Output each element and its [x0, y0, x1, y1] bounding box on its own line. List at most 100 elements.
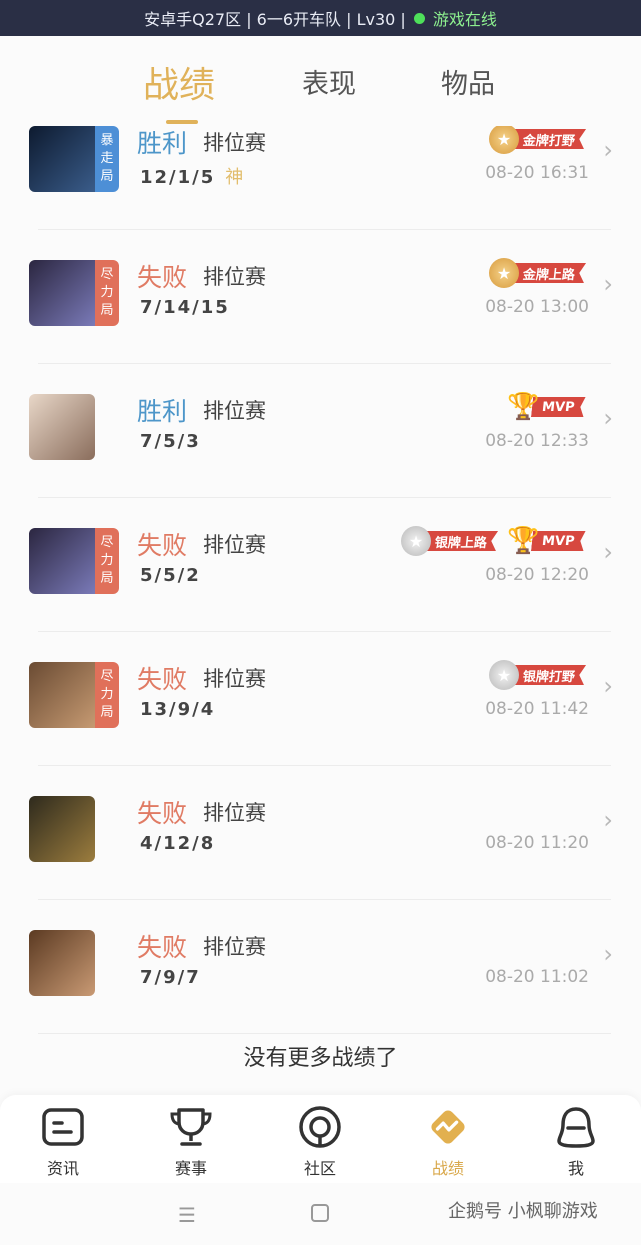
nav-events-label: 赛事	[174, 1159, 207, 1178]
watermark: 企鹅号 小枫聊游戏	[448, 1201, 598, 1222]
match-tag: 尽力局	[95, 260, 119, 326]
match-row[interactable]: 失败 排位赛 7/9/7 08-20 11:02 ›	[0, 900, 641, 1034]
system-nav-bar: ☰ 企鹅号 小枫聊游戏	[0, 1183, 641, 1245]
match-row[interactable]: 尽力局失败 排位赛 7/14/15 ★ 金牌上路 08-20 13:00 ›	[0, 230, 641, 364]
tab-bar: 战绩 表现 物品	[0, 36, 641, 126]
nav-records[interactable]: 战绩	[408, 1105, 488, 1179]
home-icon[interactable]	[310, 1203, 330, 1228]
match-mode: 排位赛	[203, 399, 266, 423]
news-icon	[41, 1105, 85, 1149]
kda-value: 7/14/15	[140, 297, 230, 318]
match-mode: 排位赛	[203, 533, 266, 557]
hero-avatar	[29, 394, 95, 460]
hero-avatar: 尽力局	[29, 260, 119, 326]
hero-portrait	[29, 930, 95, 996]
tab-records[interactable]: 战绩	[143, 56, 215, 108]
match-tag-char: 力	[100, 687, 114, 702]
match-tag-char: 局	[100, 571, 114, 586]
match-kda: 7/14/15	[140, 297, 230, 318]
match-kda: 5/5/2	[140, 565, 201, 586]
chevron-right-icon: ›	[603, 940, 613, 968]
match-kda: 7/5/3	[140, 431, 201, 452]
nav-community[interactable]: 社区	[280, 1105, 360, 1179]
medal-icon: ★	[400, 526, 431, 556]
silver-medal-badge: ★ 银牌打野	[488, 660, 586, 690]
silver-medal-badge: ★ 银牌上路	[400, 526, 497, 556]
match-mode: 排位赛	[203, 801, 266, 825]
nav-news[interactable]: 资讯	[23, 1105, 103, 1179]
match-kda: 7/9/7	[140, 967, 201, 988]
chevron-right-icon: ›	[603, 538, 613, 566]
server-info: 安卓手Q27区 | 6一6开车队 | Lv30 |	[144, 10, 406, 29]
chevron-right-icon: ›	[603, 672, 613, 700]
nav-news-label: 资讯	[46, 1159, 79, 1178]
chevron-right-icon: ›	[603, 404, 613, 432]
kda-value: 5/5/2	[140, 565, 201, 586]
menu-icon[interactable]: ☰	[178, 1203, 196, 1227]
match-tag-char: 局	[100, 705, 114, 720]
match-time: 08-20 13:00	[485, 297, 589, 317]
chevron-right-icon: ›	[603, 270, 613, 298]
gold-medal-badge: ★ 金牌打野	[488, 126, 586, 154]
match-tag-char: 尽	[100, 669, 114, 684]
match-mode: 排位赛	[203, 935, 266, 959]
match-kda: 4/12/8	[140, 833, 215, 854]
kda-value: 13/9/4	[140, 699, 216, 720]
trophy-icon: 🏆	[507, 526, 540, 556]
match-tag: 尽力局	[95, 662, 119, 728]
hero-avatar: 尽力局	[29, 662, 119, 728]
match-row[interactable]: 尽力局失败 排位赛 13/9/4 ★ 银牌打野 08-20 11:42 ›	[0, 632, 641, 766]
match-tag-char: 尽	[100, 267, 114, 282]
nav-me[interactable]: 我	[536, 1105, 616, 1179]
badge-label: 银牌打野	[512, 665, 586, 685]
mvp-badge: 🏆 MVP	[507, 392, 585, 422]
match-result: 胜利	[137, 129, 188, 158]
match-time: 08-20 12:20	[485, 565, 589, 585]
match-tag-char: 力	[100, 553, 114, 568]
medal-icon: ★	[488, 660, 519, 690]
hero-avatar	[29, 930, 95, 996]
match-row[interactable]: 胜利 排位赛 7/5/3 🏆 MVP 08-20 12:33 ›	[0, 364, 641, 498]
nav-events[interactable]: 赛事	[151, 1105, 231, 1179]
medal-icon: ★	[488, 258, 519, 288]
hero-portrait	[29, 796, 95, 862]
match-result: 胜利	[137, 397, 188, 426]
match-tag-char: 走	[100, 151, 114, 166]
badge-label: 金牌打野	[512, 129, 586, 149]
gold-medal-badge: ★ 金牌上路	[488, 258, 586, 288]
match-mode: 排位赛	[203, 265, 266, 289]
match-row[interactable]: 失败 排位赛 4/12/8 08-20 11:20 ›	[0, 766, 641, 900]
kda-value: 7/5/3	[140, 431, 201, 452]
match-mode: 排位赛	[203, 667, 266, 691]
match-tag-char: 力	[100, 285, 114, 300]
match-tag: 尽力局	[95, 528, 119, 594]
hero-portrait	[29, 260, 95, 326]
nav-community-label: 社区	[303, 1159, 336, 1178]
match-tag-char: 暴	[100, 133, 114, 148]
profile-icon	[554, 1105, 598, 1149]
no-more-text: 没有更多战绩了	[243, 1046, 398, 1071]
nav-records-label: 战绩	[431, 1159, 464, 1178]
status-bar: 安卓手Q27区 | 6一6开车队 | Lv30 | 游戏在线	[0, 0, 641, 36]
trophy-icon	[169, 1105, 213, 1149]
chevron-right-icon: ›	[603, 136, 613, 164]
match-tag-char: 局	[100, 303, 114, 318]
match-kda: 12/1/5 神	[140, 163, 245, 189]
match-mode: 排位赛	[203, 131, 266, 155]
match-time: 08-20 11:42	[485, 699, 589, 719]
tab-performance[interactable]: 表现	[302, 62, 356, 101]
hero-portrait	[29, 528, 95, 594]
match-row[interactable]: 暴走局胜利 排位赛 12/1/5 神 ★ 金牌打野 08-20 16:31 ›	[0, 126, 641, 230]
hero-portrait	[29, 662, 95, 728]
match-time: 08-20 16:31	[485, 163, 589, 183]
badge-label: 金牌上路	[512, 263, 586, 283]
hero-portrait	[29, 394, 95, 460]
hero-avatar: 暴走局	[29, 126, 119, 192]
match-tag: 暴走局	[95, 126, 119, 192]
tab-items[interactable]: 物品	[441, 62, 495, 101]
match-result: 失败	[137, 933, 188, 962]
match-row[interactable]: 尽力局失败 排位赛 5/5/2 🏆 MVP ★ 银牌上路 08-20 12:20 ›	[0, 498, 641, 632]
tab-indicator	[166, 120, 198, 124]
record-icon	[426, 1105, 470, 1149]
community-icon	[298, 1105, 342, 1149]
